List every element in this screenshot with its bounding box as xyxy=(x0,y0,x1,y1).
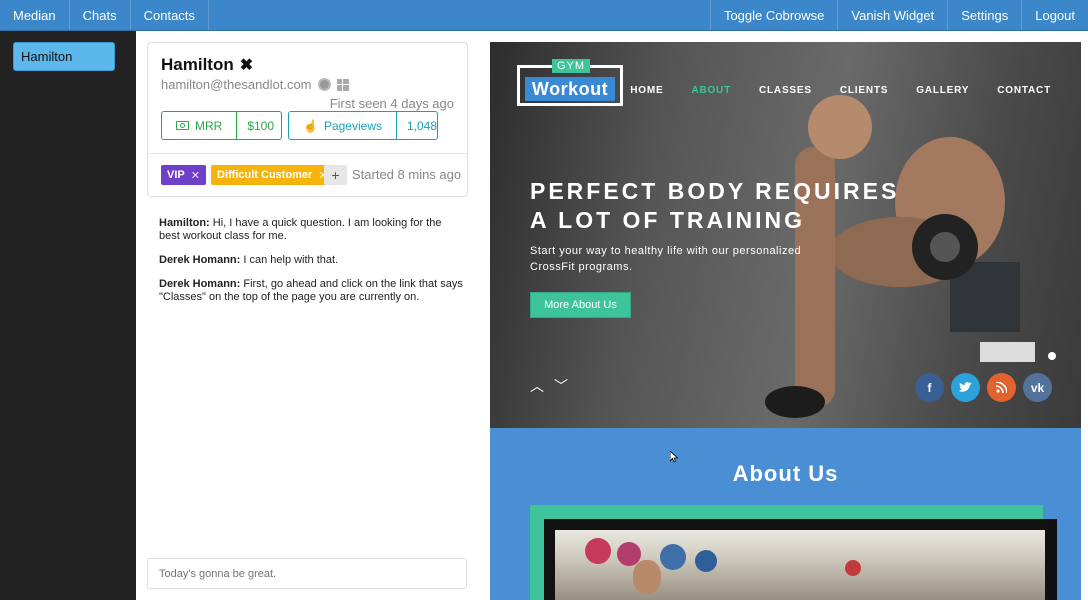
tag-vip-label: VIP xyxy=(167,169,185,181)
nav-right-group: Toggle Cobrowse Vanish Widget Settings L… xyxy=(709,0,1088,30)
settings-button[interactable]: Settings xyxy=(947,0,1021,30)
logo-gym-text: GYM xyxy=(552,59,591,73)
twitter-bird-shape xyxy=(959,382,972,392)
chat-transcript: Hamilton: Hi, I have a quick question. I… xyxy=(159,217,464,315)
about-us-heading: About Us xyxy=(732,461,839,486)
logo-workout-text: Workout xyxy=(525,77,615,101)
nav-median[interactable]: Median xyxy=(0,0,70,30)
chevron-down-icon[interactable]: ﹀ xyxy=(554,376,568,396)
mrr-label: MRR xyxy=(162,112,238,139)
pageviews-label: ☝ Pageviews xyxy=(289,112,397,139)
site-nav-classes[interactable]: CLASSES xyxy=(759,85,812,96)
pageviews-value: 1,048 xyxy=(406,118,438,133)
message-input[interactable] xyxy=(147,558,467,589)
message-text: I can help with that. xyxy=(243,254,339,266)
facebook-icon[interactable]: f xyxy=(915,373,944,402)
about-image-border xyxy=(544,519,1057,600)
hero-headline: PERFECT BODY REQUIRES A LOT OF TRAINING xyxy=(530,177,899,235)
pageviews-label-text: Pageviews xyxy=(323,118,382,133)
close-icon[interactable]: ✖ xyxy=(240,55,253,75)
message-sender: Derek Homann: xyxy=(159,254,241,266)
visitor-email: hamilton@thesandlot.com xyxy=(161,77,312,92)
first-seen-text: First seen 4 days ago xyxy=(329,96,454,111)
chrome-icon xyxy=(317,78,331,91)
tag-vip[interactable]: VIP ✕ xyxy=(161,165,206,185)
visitor-name: Hamilton xyxy=(161,55,234,74)
more-about-us-button[interactable]: More About Us xyxy=(530,292,631,318)
visitor-card: Hamilton ✖ hamilton@thesandlot.com First… xyxy=(147,42,468,197)
remove-tag-icon[interactable]: ✕ xyxy=(191,169,200,182)
hero-banner: GYM Workout HOME ABOUT CLASSES CLIENTS G… xyxy=(490,42,1081,428)
rss-icon[interactable] xyxy=(987,373,1016,402)
chat-started-text: Started 8 mins ago xyxy=(352,167,462,182)
vanish-widget-button[interactable]: Vanish Widget xyxy=(837,0,947,30)
twitter-icon[interactable] xyxy=(951,373,980,402)
exercise-ball xyxy=(845,560,861,576)
exercise-ball xyxy=(585,538,611,564)
site-nav-gallery[interactable]: GALLERY xyxy=(916,85,969,96)
message-sender: Hamilton: xyxy=(159,217,210,229)
gym-logo[interactable]: GYM Workout xyxy=(517,59,623,106)
chevron-up-icon[interactable]: ︿ xyxy=(530,376,544,396)
mouse-cursor-icon xyxy=(670,451,678,463)
site-nav-home[interactable]: HOME xyxy=(630,85,663,96)
nav-left-group: Median Chats Contacts xyxy=(0,0,209,30)
about-image-frame xyxy=(530,505,1057,600)
windows-icon xyxy=(336,78,349,91)
tag-difficult-label: Difficult Customer xyxy=(217,169,313,181)
mrr-value: $100 xyxy=(247,118,275,133)
site-nav-about[interactable]: ABOUT xyxy=(691,85,731,96)
mrr-label-text: MRR xyxy=(195,118,223,133)
top-navbar: Median Chats Contacts Toggle Cobrowse Va… xyxy=(0,0,1088,31)
logout-button[interactable]: Logout xyxy=(1021,0,1088,30)
exercise-ball xyxy=(660,544,686,570)
vk-icon[interactable]: vk xyxy=(1023,373,1052,402)
hero-subline: Start your way to healthy life with our … xyxy=(530,245,802,273)
cobrowse-website-view: GYM Workout HOME ABOUT CLASSES CLIENTS G… xyxy=(490,42,1081,600)
rss-shape xyxy=(996,382,1007,393)
nav-chats[interactable]: Chats xyxy=(70,0,131,30)
toggle-cobrowse-button[interactable]: Toggle Cobrowse xyxy=(709,0,837,30)
pointer-hand-icon: ☝ xyxy=(303,118,318,133)
gym-interior-photo xyxy=(555,530,1045,600)
athlete-photo xyxy=(765,95,1035,418)
slider-dot[interactable] xyxy=(1048,352,1056,360)
visitor-email-row: hamilton@thesandlot.com xyxy=(161,77,349,92)
visitor-name-row: Hamilton ✖ xyxy=(161,55,253,75)
message-sender: Derek Homann: xyxy=(159,278,241,290)
headline-line-2: A LOT OF TRAINING xyxy=(530,207,806,233)
headline-line-1: PERFECT BODY REQUIRES xyxy=(530,178,900,204)
site-navigation: HOME ABOUT CLASSES CLIENTS GALLERY CONTA… xyxy=(630,85,1051,96)
chat-panel: Hamilton ✖ hamilton@thesandlot.com First… xyxy=(136,31,478,600)
sidebar-item-hamilton[interactable]: Hamilton xyxy=(13,42,115,71)
card-divider xyxy=(148,153,467,154)
exercise-ball xyxy=(695,550,717,572)
site-nav-contact[interactable]: CONTACT xyxy=(997,85,1051,96)
mrr-stat: MRR $100 xyxy=(161,111,282,140)
chat-message: Hamilton: Hi, I have a quick question. I… xyxy=(159,217,464,243)
chat-message: Derek Homann: I can help with that. xyxy=(159,254,464,267)
add-tag-button[interactable]: + xyxy=(324,165,347,185)
slider-arrows: ︿ ﹀ xyxy=(530,376,568,396)
pageviews-stat: ☝ Pageviews 1,048 xyxy=(288,111,438,140)
chat-message: Derek Homann: First, go ahead and click … xyxy=(159,278,464,304)
site-nav-clients[interactable]: CLIENTS xyxy=(840,85,888,96)
nav-contacts[interactable]: Contacts xyxy=(131,0,209,30)
money-icon xyxy=(176,121,189,130)
chat-sidebar: Hamilton xyxy=(0,31,136,600)
person-head xyxy=(633,560,661,594)
tag-difficult-customer[interactable]: Difficult Customer ✕ xyxy=(211,165,334,185)
